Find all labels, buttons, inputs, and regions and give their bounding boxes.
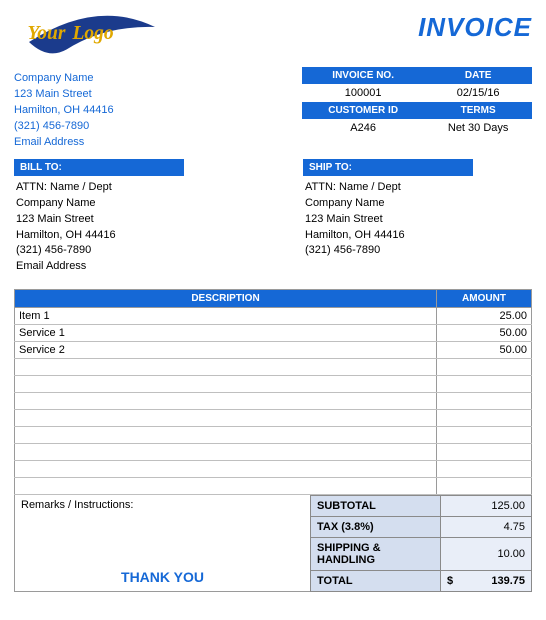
top-row: Company Name 123 Main Street Hamilton, O… [14, 67, 532, 151]
bill-to-attn: ATTN: Name / Dept [16, 180, 241, 196]
table-row [15, 393, 532, 410]
logo-swoosh-icon: Your Logo [14, 12, 164, 60]
item-description [15, 461, 437, 478]
ship-to-company: Company Name [305, 196, 530, 212]
subtotal-value: 125.00 [441, 496, 532, 517]
total-value: $139.75 [441, 571, 532, 592]
meta-terms: Net 30 Days [424, 119, 532, 137]
table-row: Item 125.00 [15, 308, 532, 325]
item-description [15, 376, 437, 393]
bill-to: BILL TO: ATTN: Name / Dept Company Name … [14, 159, 243, 280]
company-phone: (321) 456-7890 [14, 119, 114, 135]
total-label: TOTAL [311, 571, 441, 592]
shipping-value: 10.00 [441, 538, 532, 571]
item-amount [437, 376, 532, 393]
item-description [15, 427, 437, 444]
company-city: Hamilton, OH 44416 [14, 103, 114, 119]
svg-text:Your: Your [28, 23, 66, 44]
bill-to-phone: (321) 456-7890 [16, 243, 241, 259]
item-description [15, 478, 437, 495]
meta-header-customer-id: CUSTOMER ID [302, 102, 424, 119]
meta-header-terms: TERMS [424, 102, 532, 119]
ship-to-street: 123 Main Street [305, 212, 530, 228]
svg-text:Logo: Logo [72, 23, 114, 44]
ship-to-attn: ATTN: Name / Dept [305, 180, 530, 196]
ship-to-phone: (321) 456-7890 [305, 243, 530, 259]
table-row [15, 410, 532, 427]
tax-label: TAX (3.8%) [311, 517, 441, 538]
bill-to-city: Hamilton, OH 44416 [16, 228, 241, 244]
meta-customer-id: A246 [302, 119, 424, 137]
item-amount: 50.00 [437, 325, 532, 342]
remarks-label: Remarks / Instructions: [21, 499, 304, 511]
item-description [15, 393, 437, 410]
meta-header-invoice-no: INVOICE NO. [302, 67, 424, 84]
logo: Your Logo [14, 12, 164, 63]
item-description [15, 410, 437, 427]
item-description: Item 1 [15, 308, 437, 325]
item-description: Service 1 [15, 325, 437, 342]
address-section: BILL TO: ATTN: Name / Dept Company Name … [14, 159, 532, 280]
table-row [15, 359, 532, 376]
ship-to-heading: SHIP TO: [303, 159, 473, 176]
item-amount: 50.00 [437, 342, 532, 359]
item-amount: 25.00 [437, 308, 532, 325]
invoice-title: INVOICE [418, 12, 532, 43]
item-amount [437, 359, 532, 376]
item-description [15, 444, 437, 461]
item-amount [437, 444, 532, 461]
item-amount [437, 393, 532, 410]
table-row [15, 376, 532, 393]
item-amount [437, 410, 532, 427]
bill-to-company: Company Name [16, 196, 241, 212]
remarks: Remarks / Instructions: THANK YOU [14, 495, 310, 592]
bill-to-heading: BILL TO: [14, 159, 184, 176]
items-header-description: DESCRIPTION [15, 290, 437, 308]
item-amount [437, 478, 532, 495]
item-amount [437, 427, 532, 444]
ship-to: SHIP TO: ATTN: Name / Dept Company Name … [243, 159, 532, 280]
item-amount [437, 461, 532, 478]
subtotal-label: SUBTOTAL [311, 496, 441, 517]
totals-table: SUBTOTAL 125.00 TAX (3.8%) 4.75 SHIPPING… [310, 495, 532, 592]
company-street: 123 Main Street [14, 87, 114, 103]
company-name: Company Name [14, 71, 114, 87]
table-row [15, 478, 532, 495]
table-row: Service 150.00 [15, 325, 532, 342]
company-email: Email Address [14, 135, 114, 151]
bottom-section: Remarks / Instructions: THANK YOU SUBTOT… [14, 495, 532, 592]
item-description [15, 359, 437, 376]
bill-to-street: 123 Main Street [16, 212, 241, 228]
items-header-amount: AMOUNT [437, 290, 532, 308]
company-info: Company Name 123 Main Street Hamilton, O… [14, 71, 114, 151]
item-description: Service 2 [15, 342, 437, 359]
meta-header-date: DATE [424, 67, 532, 84]
meta-date: 02/15/16 [424, 84, 532, 102]
table-row [15, 461, 532, 478]
table-row [15, 427, 532, 444]
items-table: DESCRIPTION AMOUNT Item 125.00Service 15… [14, 289, 532, 495]
meta-invoice-no: 100001 [302, 84, 424, 102]
thank-you: THANK YOU [15, 569, 310, 585]
invoice-meta: INVOICE NO. DATE 100001 02/15/16 CUSTOME… [302, 67, 532, 137]
header: Your Logo INVOICE [14, 12, 532, 63]
tax-value: 4.75 [441, 517, 532, 538]
table-row [15, 444, 532, 461]
ship-to-city: Hamilton, OH 44416 [305, 228, 530, 244]
shipping-label: SHIPPING & HANDLING [311, 538, 441, 571]
bill-to-email: Email Address [16, 259, 241, 275]
table-row: Service 250.00 [15, 342, 532, 359]
